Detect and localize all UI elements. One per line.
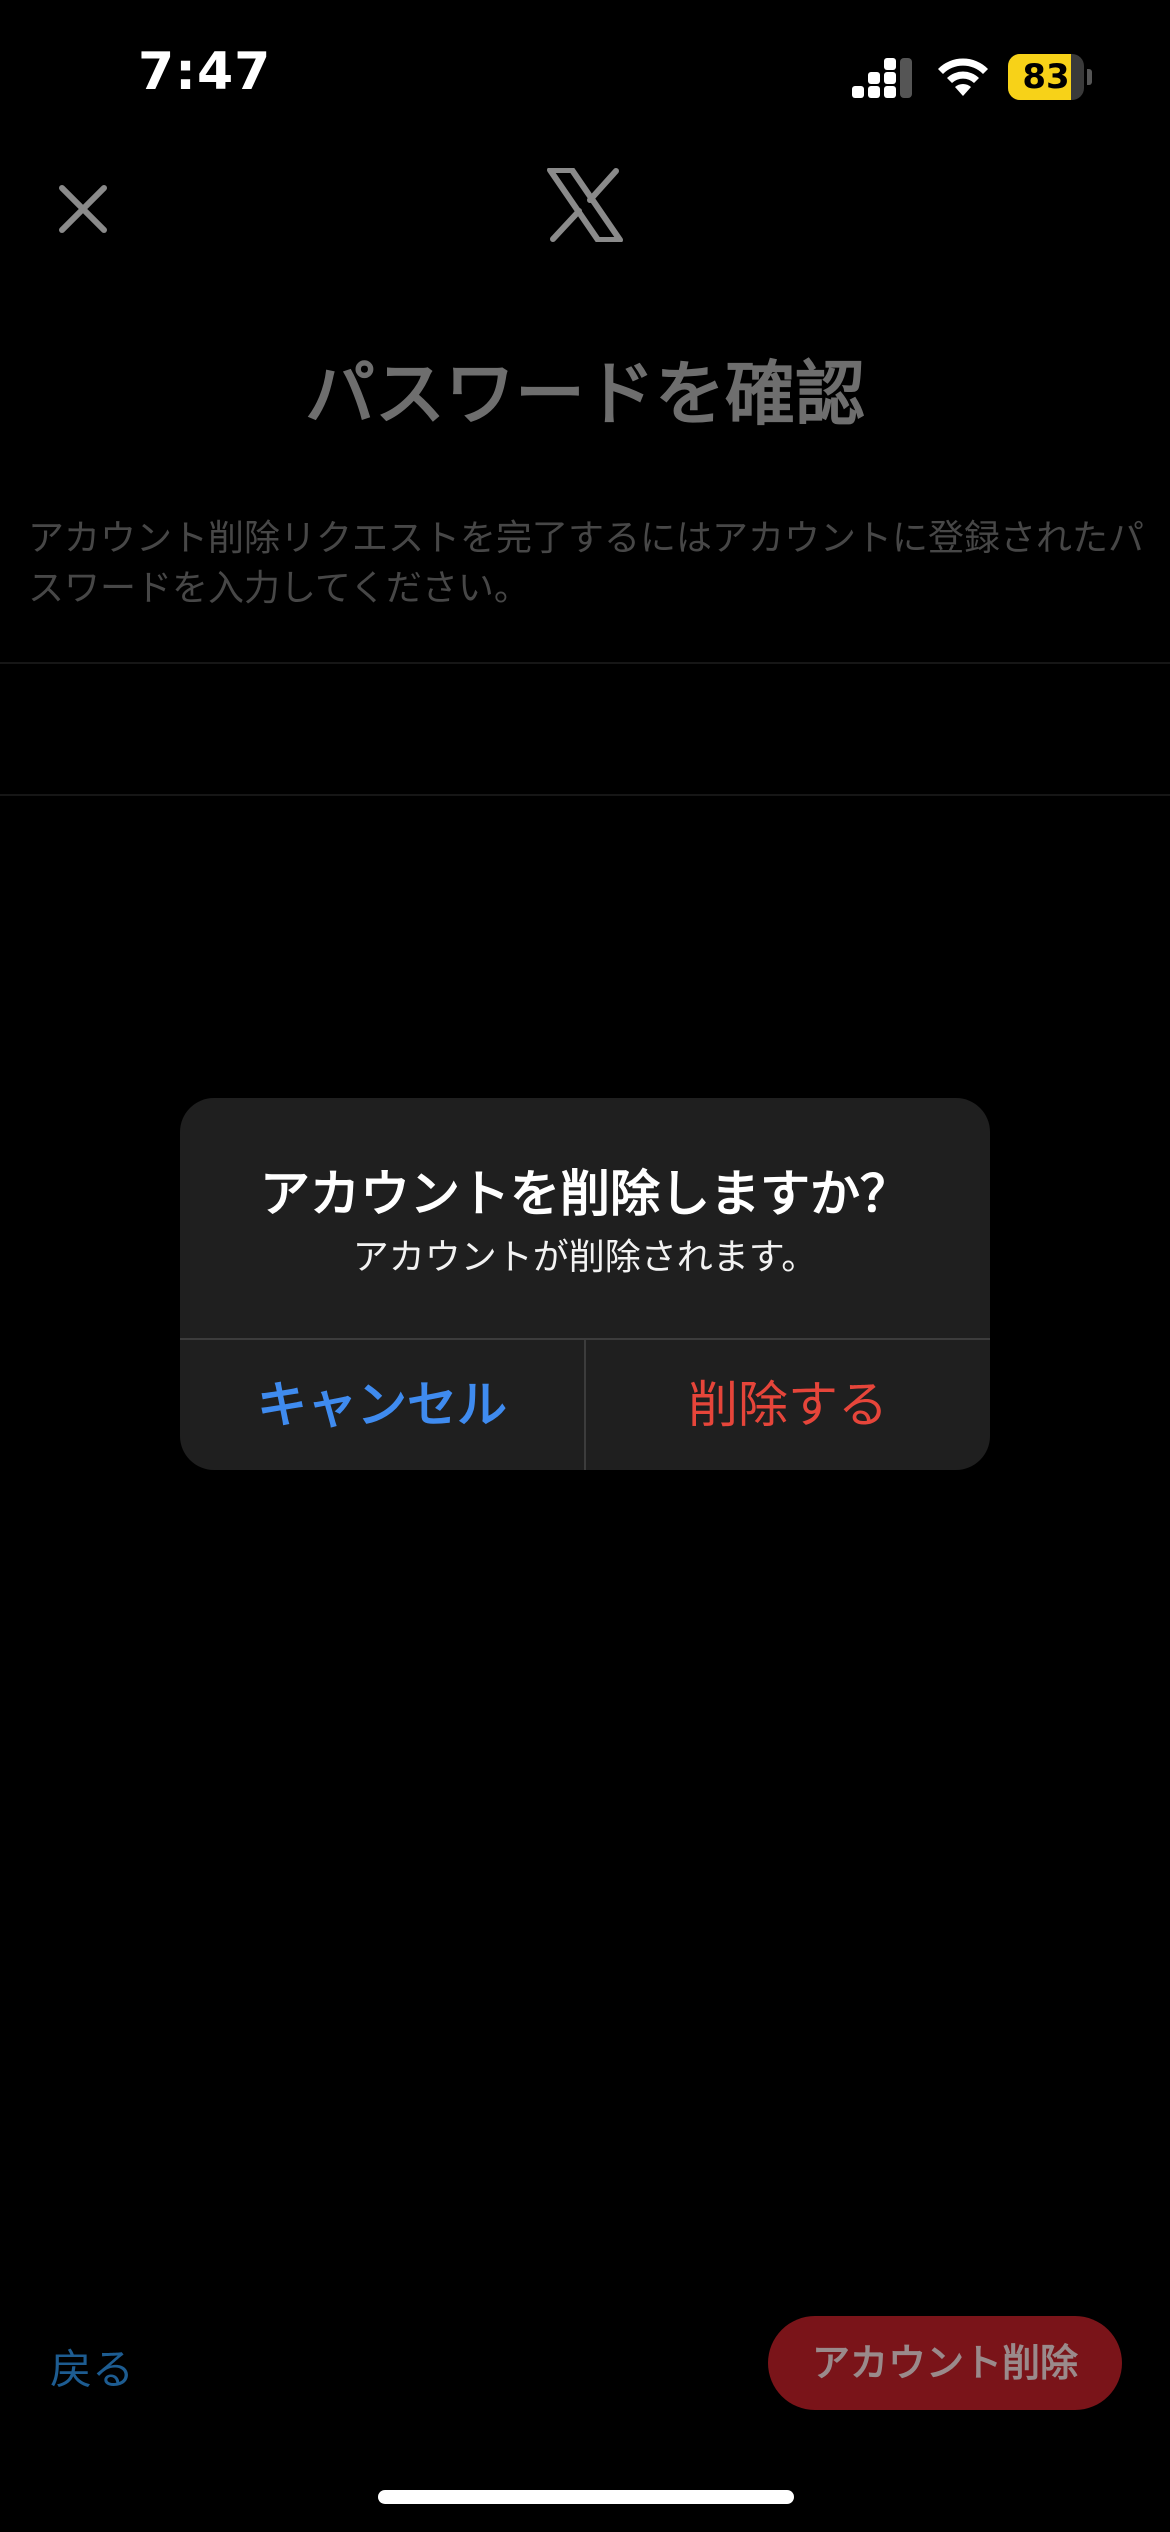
page-description: アカウント削除リクエストを完了するにはアカウントに登録されたパスワードを入力して… (28, 518, 1145, 609)
alert-title: アカウントを削除しますか？ (260, 1165, 910, 1223)
battery-body: 83 (1008, 54, 1084, 100)
confirm-delete-button[interactable]: 削除する (586, 1340, 990, 1470)
password-input[interactable] (0, 664, 1170, 794)
battery-percent: 83 (1022, 57, 1070, 97)
status-bar: 7:47 83 (0, 0, 1170, 150)
battery-icon: 83 (1008, 54, 1092, 100)
battery-nub (1087, 69, 1092, 85)
wifi-icon (938, 58, 988, 96)
delete-confirmation-alert: アカウントを削除しますか？ アカウントが削除されます。 キャンセル 削除する (180, 1098, 990, 1470)
x-logo-icon (547, 168, 623, 242)
home-indicator[interactable] (378, 2490, 794, 2504)
close-icon[interactable] (44, 170, 122, 248)
delete-account-button[interactable]: アカウント削除 (768, 2316, 1122, 2410)
page-title: パスワードを確認 (305, 353, 865, 435)
cancel-button[interactable]: キャンセル (180, 1340, 584, 1470)
back-button[interactable]: 戻る (50, 2336, 134, 2397)
status-time: 7:47 (138, 42, 272, 102)
field-bottom-divider (0, 794, 1170, 796)
alert-message: アカウントが削除されます。 (352, 1237, 818, 1278)
cellular-signal-icon (852, 58, 912, 98)
